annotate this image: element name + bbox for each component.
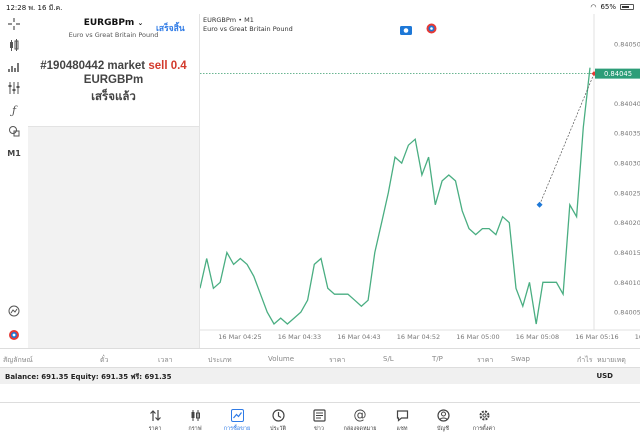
x-tick-label: 16 Mar 04:33 xyxy=(278,333,321,341)
chevron-down-icon: ⌄ xyxy=(137,19,144,27)
chart-title: EURGBPm • M1 xyxy=(203,16,254,24)
order-number: #190480442 market xyxy=(40,60,146,72)
col-comment[interactable]: หมายเหตุ xyxy=(597,355,626,366)
col-time[interactable]: เวลา xyxy=(158,355,173,366)
col-price[interactable]: ราคา xyxy=(329,355,345,366)
y-tick-label: 0.84050 xyxy=(614,40,640,48)
nav-mailbox[interactable]: @ กล่องจดหมาย xyxy=(340,407,380,433)
volume-icon[interactable] xyxy=(4,59,24,75)
panel-background xyxy=(28,127,199,348)
objects-icon[interactable] xyxy=(4,123,24,139)
x-tick-label: 16 Mar 05:00 xyxy=(456,333,499,341)
y-tick-label: 0.84040 xyxy=(614,100,640,108)
nav-settings[interactable]: การตั้งค่า xyxy=(464,407,504,433)
col-profit[interactable]: กำไร xyxy=(577,355,592,366)
order-side: sell 0.4 xyxy=(148,60,187,72)
status-bar: 12:28 พ. 16 มี.ค. ◠ 65% xyxy=(0,0,640,14)
x-tick-label: 16 Mar 04:43 xyxy=(337,333,380,341)
quotes-icon xyxy=(135,407,175,423)
y-tick-label: 0.84035 xyxy=(614,130,640,138)
battery-icon xyxy=(620,4,634,10)
chart-area[interactable]: 0.84050 0.84045 0.84040 0.84035 0.84030 0.840… xyxy=(199,14,640,348)
col-tp[interactable]: T/P xyxy=(432,355,443,363)
y-tick-label: 0.84010 xyxy=(614,279,640,287)
price-chart[interactable]: 0.84050 0.84045 0.84040 0.84035 0.84030 0.840… xyxy=(200,14,640,348)
settings-sliders-icon[interactable] xyxy=(4,80,24,96)
y-tick-label: 0.84030 xyxy=(614,160,640,168)
function-icon[interactable]: ƒ xyxy=(4,102,24,118)
col-ticket[interactable]: ตั๋ว xyxy=(100,355,108,366)
positions-table-header: สัญลักษณ์ ตั๋ว เวลา ประเภท Volume ราคา S… xyxy=(0,348,640,368)
current-price-label: 0.84045 xyxy=(604,70,632,78)
one-click-trading-icon[interactable] xyxy=(4,327,24,343)
y-tick-label: 0.84020 xyxy=(614,219,640,227)
wifi-icon: ◠ xyxy=(590,3,597,11)
news-icon xyxy=(299,407,339,423)
col-symbol[interactable]: สัญลักษณ์ xyxy=(3,355,33,366)
y-tick-label: 0.84015 xyxy=(614,249,640,257)
battery-percent: 65% xyxy=(600,3,616,11)
left-toolbar: ƒ M1 xyxy=(0,14,28,348)
nav-news[interactable]: ข่าว xyxy=(299,407,339,433)
sell-quick-icon[interactable] xyxy=(400,20,412,39)
indicator-icon[interactable] xyxy=(4,37,24,53)
nav-trade[interactable]: การซื้อขาย xyxy=(217,407,257,433)
trade-connection-line xyxy=(539,73,595,205)
history-icon xyxy=(258,407,298,423)
price-series-line xyxy=(200,67,591,326)
col-current-price[interactable]: ราคา xyxy=(477,355,493,366)
balance-currency: USD xyxy=(596,372,613,380)
balance-row: Balance: 691.35 Equity: 691.35 ฟรี: 691.… xyxy=(0,368,640,384)
col-swap[interactable]: Swap xyxy=(511,355,530,363)
x-tick-label: 16 Mar 04:52 xyxy=(397,333,440,341)
chart-title-block: EURGBPm • M1 Euro vs Great Britain Pound xyxy=(203,16,293,34)
mailbox-icon: @ xyxy=(353,407,367,423)
y-tick-label: 0.84025 xyxy=(614,189,640,197)
nav-history[interactable]: ประวัติ xyxy=(258,407,298,433)
depth-of-market-icon[interactable] xyxy=(426,19,437,38)
done-button[interactable]: เสร็จสิ้น xyxy=(156,21,185,35)
status-right: ◠ 65% xyxy=(590,3,634,11)
entry-marker xyxy=(536,201,543,208)
nav-chat[interactable]: แชท xyxy=(382,407,422,433)
crosshair-icon[interactable] xyxy=(4,16,24,32)
nav-charts[interactable]: กราฟ xyxy=(175,407,215,433)
y-tick-label: 0.84005 xyxy=(614,309,640,317)
trade-icon xyxy=(217,407,257,423)
order-status: เสร็จแล้ว xyxy=(91,91,136,103)
settings-icon xyxy=(464,407,504,423)
chart-candles-icon xyxy=(175,407,215,423)
nav-account[interactable]: บัญชี xyxy=(423,407,463,433)
symbol-title: EURGBPm xyxy=(83,18,135,28)
bottom-nav: ราคา กราฟ การซื้อขาย ประวัติ ข่าว @ กล่อ… xyxy=(0,402,640,447)
timeframe-button[interactable]: M1 xyxy=(4,145,24,161)
chat-icon xyxy=(382,407,422,423)
order-symbol: EURGBPm xyxy=(83,74,144,86)
x-tick-label: 16 Mar 05:16 xyxy=(575,333,618,341)
col-sl[interactable]: S/L xyxy=(383,355,394,363)
col-type[interactable]: ประเภท xyxy=(208,355,232,366)
x-tick-label: 16 Mar 05:24 xyxy=(635,333,640,341)
status-time-date: 12:28 พ. 16 มี.ค. xyxy=(6,4,63,12)
col-volume[interactable]: Volume xyxy=(268,355,294,363)
chart-trade-icon[interactable] xyxy=(4,303,24,319)
chart-subtitle: Euro vs Great Britain Pound xyxy=(203,25,293,33)
account-icon xyxy=(423,407,463,423)
x-tick-label: 16 Mar 05:08 xyxy=(516,333,559,341)
balance-summary: Balance: 691.35 Equity: 691.35 ฟรี: 691.… xyxy=(5,373,172,381)
nav-quotes[interactable]: ราคา xyxy=(135,407,175,433)
order-result: #190480442 market sell 0.4 EURGBPm เสร็จ… xyxy=(28,60,199,106)
x-tick-label: 16 Mar 04:25 xyxy=(218,333,261,341)
order-panel: EURGBPm ⌄ Euro vs Great Britain Pound เส… xyxy=(28,14,199,127)
